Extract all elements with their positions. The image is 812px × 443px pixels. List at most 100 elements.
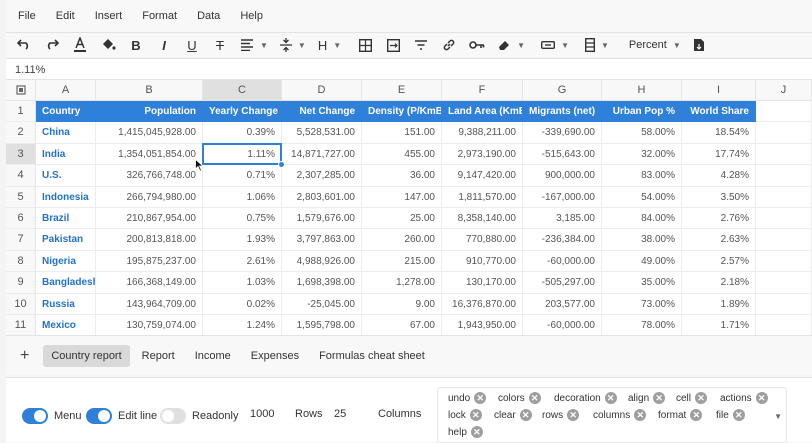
table-cell[interactable]: 3.50% <box>682 186 756 208</box>
close-icon[interactable]: ✕ <box>528 392 541 404</box>
menu-toggle[interactable] <box>22 408 48 424</box>
table-cell[interactable]: 2.76% <box>682 208 756 230</box>
table-cell[interactable]: 1.89% <box>682 293 756 315</box>
row-header-10[interactable]: 10 <box>6 293 36 315</box>
row-header-9[interactable]: 9 <box>6 272 36 294</box>
table-cell[interactable]: 166,368,149.00 <box>96 272 203 294</box>
row-header-2[interactable]: 2 <box>6 122 36 144</box>
table-cell[interactable] <box>756 122 812 144</box>
fill-color-icon[interactable] <box>100 34 116 56</box>
table-cell[interactable]: 195,875,237.00 <box>96 250 203 273</box>
table-header-cell[interactable]: Density (P/KmBI) <box>362 101 442 123</box>
underline-icon[interactable]: U <box>184 34 200 56</box>
close-icon[interactable]: ✕ <box>732 409 745 421</box>
table-cell[interactable]: 266,794,980.00 <box>96 186 203 208</box>
table-cell[interactable]: -60,000.00 <box>523 250 602 273</box>
table-cell[interactable]: 9,147,420.00 <box>442 165 523 187</box>
table-header-cell[interactable]: Yearly Change <box>203 101 282 123</box>
table-cell[interactable]: 147.00 <box>362 186 442 208</box>
table-cell[interactable]: 3,797,863.00 <box>282 229 362 251</box>
country-cell[interactable]: Nigeria <box>36 250 96 273</box>
table-cell[interactable]: 0.39% <box>203 122 282 144</box>
table-cell[interactable]: 1,811,570.00 <box>442 186 523 208</box>
table-cell[interactable]: 130,170.00 <box>442 272 523 294</box>
tab-formulas-cheat-sheet[interactable]: Formulas cheat sheet <box>311 345 433 367</box>
table-cell[interactable]: 2.63% <box>682 229 756 251</box>
bold-icon[interactable]: B <box>128 34 144 56</box>
country-cell[interactable]: Brazil <box>36 208 96 230</box>
table-cell[interactable]: 143,964,709.00 <box>96 293 203 315</box>
table-cell[interactable]: 770,880.00 <box>442 229 523 251</box>
table-cell[interactable]: 58.00% <box>602 122 682 144</box>
table-cell[interactable]: 455.00 <box>362 143 442 166</box>
add-sheet-button[interactable]: + <box>20 347 29 365</box>
table-cell[interactable]: 0.71% <box>203 165 282 187</box>
table-cell[interactable]: 38.00% <box>602 229 682 251</box>
select-all-corner[interactable] <box>6 80 36 101</box>
table-cell[interactable]: 2.57% <box>682 250 756 273</box>
menu-edit[interactable]: Edit <box>56 10 75 22</box>
table-cell[interactable]: 0.75% <box>203 208 282 230</box>
table-cell[interactable]: -505,297.00 <box>523 272 602 294</box>
tab-country-report[interactable]: Country report <box>43 344 130 367</box>
close-icon[interactable]: ✕ <box>755 392 768 404</box>
table-cell[interactable]: 54.00% <box>602 186 682 208</box>
row-header-11[interactable]: 11 <box>6 315 36 335</box>
filter-icon[interactable] <box>413 34 429 56</box>
redo-icon[interactable] <box>44 34 60 56</box>
cols-count-input[interactable]: 1000 <box>250 408 274 420</box>
table-cell[interactable]: 9.00 <box>362 293 442 315</box>
editline-toggle[interactable] <box>86 408 112 424</box>
table-cell[interactable]: 8,358,140.00 <box>442 208 523 230</box>
table-cell[interactable]: 1,698,398.00 <box>282 272 362 294</box>
table-cell[interactable]: 215.00 <box>362 250 442 273</box>
vertical-align-icon[interactable]: ▼ <box>279 34 306 56</box>
table-cell[interactable]: 36.00 <box>362 165 442 187</box>
table-cell[interactable]: -236,384.00 <box>523 229 602 251</box>
table-cell[interactable]: 4,988,926.00 <box>282 250 362 273</box>
table-cell[interactable]: 0.02% <box>203 293 282 315</box>
table-cell[interactable]: 1,579,676.00 <box>282 208 362 230</box>
table-cell[interactable]: 83.00% <box>602 165 682 187</box>
table-cell[interactable]: 49.00% <box>602 250 682 273</box>
table-cell[interactable]: -167,000.00 <box>523 186 602 208</box>
column-header-a[interactable]: A <box>36 80 96 101</box>
readonly-toggle[interactable] <box>160 408 186 424</box>
table-cell[interactable]: 1.03% <box>203 272 282 294</box>
strikethrough-icon[interactable]: T <box>212 34 228 56</box>
close-icon[interactable]: ✕ <box>470 426 483 438</box>
text-color-icon[interactable] <box>72 34 88 56</box>
table-cell[interactable]: 16,376,870.00 <box>442 293 523 315</box>
table-cell[interactable]: 2,307,285.00 <box>282 165 362 187</box>
table-cell[interactable] <box>756 229 812 251</box>
table-cell[interactable]: 1,354,051,854.00 <box>96 143 203 166</box>
country-cell[interactable]: India <box>36 143 96 166</box>
rows-count-input[interactable]: 25 <box>334 408 346 420</box>
table-cell[interactable]: 1,278.00 <box>362 272 442 294</box>
lock-key-icon[interactable] <box>469 34 485 56</box>
table-cell[interactable]: 2.61% <box>203 250 282 273</box>
table-cell[interactable]: 18.54% <box>682 122 756 144</box>
table-cell[interactable]: 9,388,211.00 <box>442 122 523 144</box>
table-cell[interactable] <box>756 143 812 166</box>
table-header-cell[interactable]: Land Area (KmBI) <box>442 101 523 123</box>
close-icon[interactable]: ✕ <box>690 409 703 421</box>
table-cell[interactable]: 4.28% <box>682 165 756 187</box>
table-cell[interactable] <box>756 293 812 315</box>
number-format-select[interactable]: Percent ▼ <box>629 34 681 56</box>
empty-cell[interactable] <box>756 101 812 123</box>
row-header-4[interactable]: 4 <box>6 165 36 187</box>
table-cell[interactable]: 1,943,950.00 <box>442 315 523 335</box>
table-header-cell[interactable]: Urban Pop % <box>602 101 682 123</box>
table-cell[interactable] <box>756 272 812 294</box>
export-icon[interactable] <box>691 34 707 56</box>
table-cell[interactable]: 130,759,074.00 <box>96 315 203 335</box>
table-cell[interactable]: 73.00% <box>602 293 682 315</box>
tab-income[interactable]: Income <box>187 345 239 367</box>
table-cell[interactable]: 1.06% <box>203 186 282 208</box>
close-icon[interactable]: ✕ <box>469 409 482 421</box>
row-header-1[interactable]: 1 <box>6 101 36 123</box>
menu-data[interactable]: Data <box>197 10 220 22</box>
column-header-i[interactable]: I <box>682 80 756 101</box>
table-cell[interactable]: 17.74% <box>682 143 756 166</box>
